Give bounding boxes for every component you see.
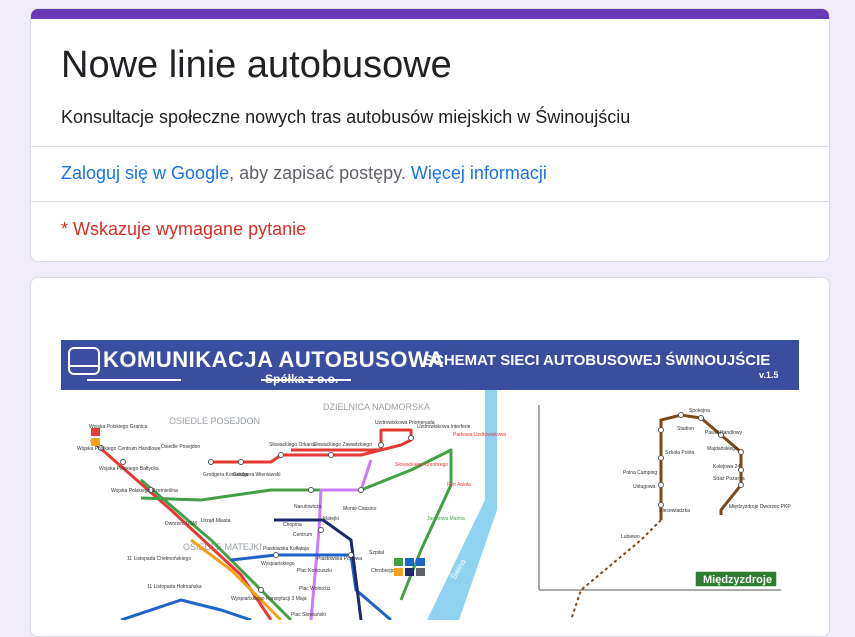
map-company-suffix: Spółka z o.o.: [265, 372, 339, 386]
district-label-posejdon: OSIEDLE POSEJDON: [169, 416, 260, 426]
signin-text: , aby zapisać postępy.: [229, 163, 411, 183]
required-question-note: * Wskazuje wymagane pytanie: [61, 219, 307, 239]
svg-text:Spokojna: Spokojna: [689, 408, 710, 414]
svg-text:Niecewiadzka: Niecewiadzka: [659, 508, 690, 514]
svg-text:Słowackiego Zawadzkiego: Słowackiego Zawadzkiego: [313, 442, 372, 448]
svg-text:Plac Kościuszki: Plac Kościuszki: [297, 568, 332, 574]
svg-text:Monte Cassino: Monte Cassino: [343, 506, 377, 512]
svg-text:Ustugowa: Ustugowa: [633, 484, 655, 490]
svg-text:Słowackiego Orkana: Słowackiego Orkana: [269, 442, 315, 448]
form-header-card: Nowe linie autobusowe Konsultacje społec…: [30, 8, 830, 262]
svg-text:Uzdrowiskowa Interferie: Uzdrowiskowa Interferie: [417, 424, 471, 430]
svg-text:Piastowska Portowa: Piastowska Portowa: [317, 556, 362, 562]
form-description: Konsultacje społeczne nowych tras autobu…: [61, 107, 631, 127]
svg-text:Wojska Polskiego Bałtycka: Wojska Polskiego Bałtycka: [99, 466, 159, 472]
signin-link[interactable]: Zaloguj się w Google: [61, 163, 229, 183]
svg-text:Matejki: Matejki: [323, 516, 339, 522]
svg-text:Narutowicza: Narutowicza: [294, 504, 322, 510]
divider: [31, 201, 829, 202]
map-scheme-title: SCHEMAT SIECI AUTOBUSOWEJ ŚWINOUJŚCIE: [423, 352, 771, 369]
more-info-link[interactable]: Więcej informacji: [411, 163, 547, 183]
svg-text:Polna Camping: Polna Camping: [623, 470, 657, 476]
svg-text:11 Listopada Hołmańska: 11 Listopada Hołmańska: [147, 584, 202, 590]
signin-row: Zaloguj się w Google, aby zapisać postęp…: [61, 163, 547, 184]
route-line-orange: [190, 538, 283, 620]
divider: [31, 146, 829, 147]
form-title: Nowe linie autobusowe: [61, 44, 452, 86]
svg-text:Osiedle Posejdon: Osiedle Posejdon: [161, 444, 200, 450]
svg-text:Lubiewo: Lubiewo: [621, 534, 640, 540]
form-accent-bar: [31, 9, 829, 19]
svg-text:Fort Anioła: Fort Anioła: [447, 482, 471, 488]
svg-text:Szkoła Polna: Szkoła Polna: [665, 450, 694, 456]
route-line-blue-2: [120, 598, 252, 620]
svg-text:Plac Słowiański: Plac Słowiański: [291, 612, 326, 618]
svg-text:Kolejowa 24: Kolejowa 24: [713, 464, 740, 470]
svg-text:Straż Pożarna: Straż Pożarna: [713, 476, 745, 482]
svg-text:Jachtowa Marina: Jachtowa Marina: [427, 516, 465, 522]
svg-text:Parkowa Uzdrowiskowa: Parkowa Uzdrowiskowa: [453, 432, 506, 438]
map-company-name: KOMUNIKACJA AUTOBUSOWA: [103, 347, 445, 372]
svg-text:Grottgera Wieniawski: Grottgera Wieniawski: [233, 472, 281, 478]
svg-text:Chopina: Chopina: [283, 522, 302, 528]
svg-text:Dworzec USM: Dworzec USM: [165, 521, 197, 527]
bus-route-diagram: Świna OSIEDLE POSEJDON DZIELNICA NADMORS…: [77, 390, 791, 620]
svg-text:Wyspiańskiego: Wyspiańskiego: [261, 561, 295, 567]
svg-text:Słowackiego Chrobrego: Słowackiego Chrobrego: [395, 462, 448, 468]
svg-text:Urząd Miasta: Urząd Miasta: [201, 518, 231, 524]
svg-text:Majdańskiego: Majdańskiego: [707, 446, 738, 452]
svg-text:Szpital: Szpital: [369, 550, 384, 556]
bus-network-map-image: KOMUNIKACJA AUTOBUSOWA Spółka z o.o. SCH…: [61, 340, 799, 620]
svg-text:Stadion: Stadion: [677, 426, 694, 432]
svg-text:Paweł Handlowy: Paweł Handlowy: [705, 430, 742, 436]
image-item-card: KOMUNIKACJA AUTOBUSOWA Spółka z o.o. SCH…: [30, 277, 830, 637]
svg-text:Plac Wolności: Plac Wolności: [299, 586, 330, 592]
district-label-nadmorska: DZIELNICA NADMORSKA: [323, 402, 430, 412]
svg-text:Wyspiańskiego Konstytucji 3 Ma: Wyspiańskiego Konstytucji 3 Maja: [231, 596, 307, 602]
svg-text:Centrum: Centrum: [293, 532, 312, 538]
svg-text:Chrobrego: Chrobrego: [371, 568, 395, 574]
svg-text:11 Listopada Chełmońskiego: 11 Listopada Chełmońskiego: [127, 556, 191, 562]
map-diagram: Świna OSIEDLE POSEJDON DZIELNICA NADMORS…: [61, 390, 799, 620]
svg-text:Wojska Polskiego Rzemieślna: Wojska Polskiego Rzemieślna: [111, 488, 178, 494]
mielzyzdroje-badge-label: Międzyzdroje: [703, 574, 772, 586]
map-banner: KOMUNIKACJA AUTOBUSOWA Spółka z o.o. SCH…: [61, 340, 799, 390]
svg-text:Wojska Polskiego Centrum Handl: Wojska Polskiego Centrum Handlowe: [77, 446, 161, 452]
map-version: v.1.5: [759, 370, 779, 380]
svg-text:Międzyzdroje Dworzec PKP: Międzyzdroje Dworzec PKP: [729, 504, 791, 510]
svg-text:Piastowska Kołłątaja: Piastowska Kołłątaja: [263, 546, 309, 552]
